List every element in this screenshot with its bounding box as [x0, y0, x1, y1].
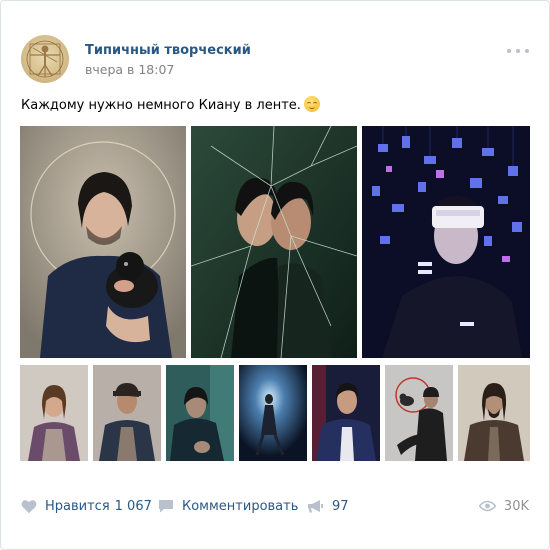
post-timestamp[interactable]: вчера в 18:07: [85, 62, 174, 77]
views-counter: 30K: [478, 495, 529, 517]
relieved-face-emoji-icon: [303, 96, 320, 112]
post-text: Каждому нужно немного Киану в ленте.: [21, 96, 320, 113]
share-button[interactable]: 97: [307, 495, 349, 517]
comment-button[interactable]: Комментировать: [158, 495, 298, 517]
views-count: 30K: [503, 498, 529, 514]
eye-icon: [478, 500, 496, 512]
comment-label: Комментировать: [182, 498, 299, 514]
photo-thumb-4[interactable]: [239, 365, 307, 461]
photo-thumb-2[interactable]: [93, 365, 161, 461]
like-label: Нравится: [45, 498, 110, 514]
like-count: 1 067: [114, 498, 152, 514]
dot-icon: [525, 49, 529, 53]
comment-icon: [159, 499, 173, 512]
photo-thumb-7[interactable]: [458, 365, 530, 461]
group-avatar[interactable]: [21, 35, 69, 83]
megaphone-icon: [308, 499, 323, 512]
dot-icon: [516, 49, 520, 53]
photo-thumb-3[interactable]: [166, 365, 234, 461]
group-name-link[interactable]: Типичный творческий: [85, 43, 251, 58]
vitruvian-man-icon: [26, 40, 64, 78]
post-text-body: Каждому нужно немного Киану в ленте.: [21, 98, 301, 113]
photo-thumb-5[interactable]: [312, 365, 380, 461]
share-count: 97: [332, 498, 349, 514]
photo-thumb-6[interactable]: [385, 365, 453, 461]
dot-icon: [507, 49, 511, 53]
more-options-button[interactable]: [507, 45, 529, 57]
photo-keanu-shattered-mirror[interactable]: [191, 126, 357, 358]
photo-keanu-neon-cyberpunk[interactable]: [362, 126, 530, 358]
post-card: Типичный творческий вчера в 18:07 Каждом…: [0, 0, 550, 550]
photo-keanu-with-puppy[interactable]: [20, 126, 186, 358]
photo-thumb-1[interactable]: [20, 365, 88, 461]
like-button[interactable]: Нравится 1 067: [21, 495, 152, 517]
heart-icon: [21, 499, 37, 513]
